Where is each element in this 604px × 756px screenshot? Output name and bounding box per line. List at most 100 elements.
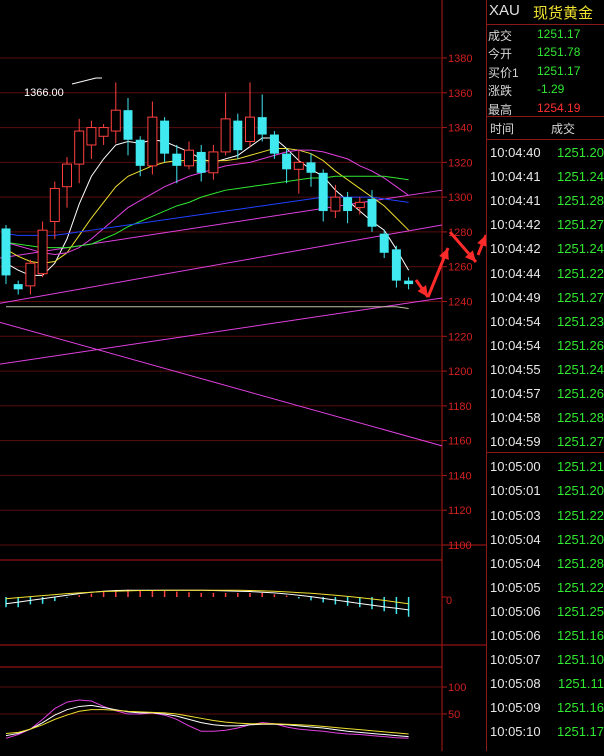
y-tick-label: 1140	[448, 470, 472, 482]
tick-row[interactable]: 10:05:03 1251.22	[487, 504, 604, 528]
tick-row[interactable]: 10:04:57 1251.26	[487, 382, 604, 406]
kdj-line	[5, 704, 409, 738]
tick-row[interactable]: 10:04:54 1251.26	[487, 334, 604, 358]
kline-chart-svg: 1380136013401320130012801260124012201200…	[0, 0, 488, 751]
tick-price: 1251.17	[557, 724, 604, 740]
quote-row: 最高 1254.19	[487, 99, 604, 117]
tick-time: 10:05:04	[490, 555, 541, 571]
y-tick-label: 1360	[448, 88, 472, 100]
candle-body	[257, 117, 267, 135]
symbol-code: XAU	[489, 2, 520, 19]
tick-time: 10:05:10	[490, 724, 541, 740]
quote-panel: XAU 现货黄金 成交 1251.17 今开 1251.78 买价1 1251.17 涨跌 -…	[486, 0, 604, 751]
tick-time: 10:04:54	[490, 337, 541, 353]
tick-time: 10:05:06	[490, 628, 541, 643]
tick-time: 10:05:01	[490, 483, 541, 499]
candle-body	[367, 198, 377, 227]
tick-price: 1251.20	[557, 531, 604, 547]
tick-row[interactable]: 10:05:10 1251.17	[487, 720, 604, 744]
tick-row[interactable]: 10:04:44 1251.22	[487, 262, 604, 286]
tick-time: 10:04:41	[490, 193, 541, 209]
high-annotation-label: 1366.00	[24, 87, 64, 99]
tick-price: 1251.28	[557, 193, 604, 209]
candle-body	[1, 228, 11, 276]
candle-body	[25, 262, 36, 287]
tick-row[interactable]: 10:05:04 1251.28	[487, 552, 604, 576]
candle-body	[123, 110, 133, 140]
moving-average-line	[6, 306, 409, 309]
candle-body	[354, 201, 365, 209]
y-tick-label: 100	[448, 682, 466, 694]
tick-price: 1251.28	[557, 410, 604, 426]
tick-price: 1251.24	[557, 169, 604, 185]
quote-row: 涨跌 -1.29	[487, 80, 604, 98]
tick-price: 1251.16	[557, 700, 604, 716]
tick-row[interactable]: 10:05:04 1251.20	[487, 528, 604, 552]
tick-time: 10:04:41	[490, 169, 541, 185]
tick-row[interactable]: 10:04:42 1251.27	[487, 213, 604, 237]
tick-row[interactable]: 10:05:06 1251.16	[487, 624, 604, 648]
quote-header: XAU 现货黄金	[487, 0, 604, 25]
candle-body	[184, 149, 194, 167]
tick-row[interactable]: 10:05:05 1251.22	[487, 576, 604, 600]
tick-row[interactable]: 10:05:06 1251.25	[487, 600, 604, 624]
candle-body	[135, 139, 145, 166]
tick-price: 1251.16	[557, 628, 604, 643]
quote-label: 今开	[488, 47, 513, 62]
tick-price: 1251.27	[557, 217, 604, 233]
y-tick-label: 1180	[448, 401, 472, 413]
quote-value: 1251.17	[537, 63, 581, 78]
tick-time: 10:04:57	[490, 386, 541, 401]
y-tick-label: 1100	[448, 540, 472, 552]
tick-price: 1251.22	[557, 579, 604, 595]
candle-body	[62, 163, 72, 188]
candle-body	[379, 233, 389, 253]
tick-time: 10:05:08	[490, 676, 541, 692]
candle-body	[330, 196, 341, 212]
candle-body	[269, 134, 279, 154]
tick-time: 10:04:59	[490, 434, 541, 450]
y-tick-label: 1160	[448, 436, 472, 448]
tick-row[interactable]: 10:04:59 1251.27	[487, 430, 604, 454]
candle-body	[172, 153, 182, 166]
tick-row[interactable]: 10:05:09 1251.16	[487, 696, 604, 720]
quote-value: 1251.78	[537, 45, 581, 60]
y-tick-label: 1120	[448, 505, 472, 517]
candle-body	[245, 116, 255, 142]
y-tick-label: 1260	[448, 262, 472, 274]
candle-body	[74, 130, 85, 165]
tick-row[interactable]: 10:04:58 1251.28	[487, 406, 604, 430]
tick-time: 10:04:42	[490, 241, 541, 257]
tick-row[interactable]: 10:05:01 1251.20	[487, 479, 604, 503]
tick-price: 1251.25	[557, 603, 604, 619]
tick-row[interactable]: 10:04:40 1251.20	[487, 141, 604, 165]
tick-time: 10:05:05	[490, 579, 541, 595]
tick-row[interactable]: 10:04:54 1251.23	[487, 310, 604, 334]
y-tick-label: 1320	[448, 157, 472, 169]
candle-body	[306, 162, 316, 173]
tick-row[interactable]: 10:05:07 1251.10	[487, 648, 604, 672]
trend-line	[0, 224, 443, 304]
tick-price: 1251.23	[557, 313, 604, 329]
tick-time: 10:05:09	[490, 700, 541, 716]
tick-price: 1251.26	[557, 337, 604, 353]
tick-price: 1251.27	[557, 434, 604, 450]
quote-label: 成交	[488, 29, 513, 43]
candle-body	[110, 109, 121, 132]
tick-row[interactable]: 10:04:41 1251.24	[487, 165, 604, 189]
kline-chart-area[interactable]: 1380 1360 1340 1320 1300 1280 1260 1240 1220 1200…	[0, 0, 488, 751]
tick-row[interactable]: 10:04:42 1251.24	[487, 237, 604, 261]
tick-row[interactable]: 10:04:55 1251.24	[487, 358, 604, 382]
y-tick-label: 0	[446, 595, 452, 607]
tick-price: 1251.27	[557, 289, 604, 305]
quote-label: 涨跌	[488, 84, 513, 99]
y-tick-label: 1380	[448, 53, 472, 65]
tick-row[interactable]: 10:04:41 1251.28	[487, 189, 604, 213]
y-tick-label: 1220	[448, 331, 472, 343]
tick-row[interactable]: 10:05:00 1251.21	[487, 455, 604, 479]
tick-row[interactable]: 10:04:49 1251.27	[487, 286, 604, 310]
candle-body	[13, 284, 23, 290]
tick-row[interactable]: 10:05:08 1251.11	[487, 672, 604, 696]
candle-body	[343, 197, 353, 212]
tick-price: 1251.10	[557, 652, 604, 668]
